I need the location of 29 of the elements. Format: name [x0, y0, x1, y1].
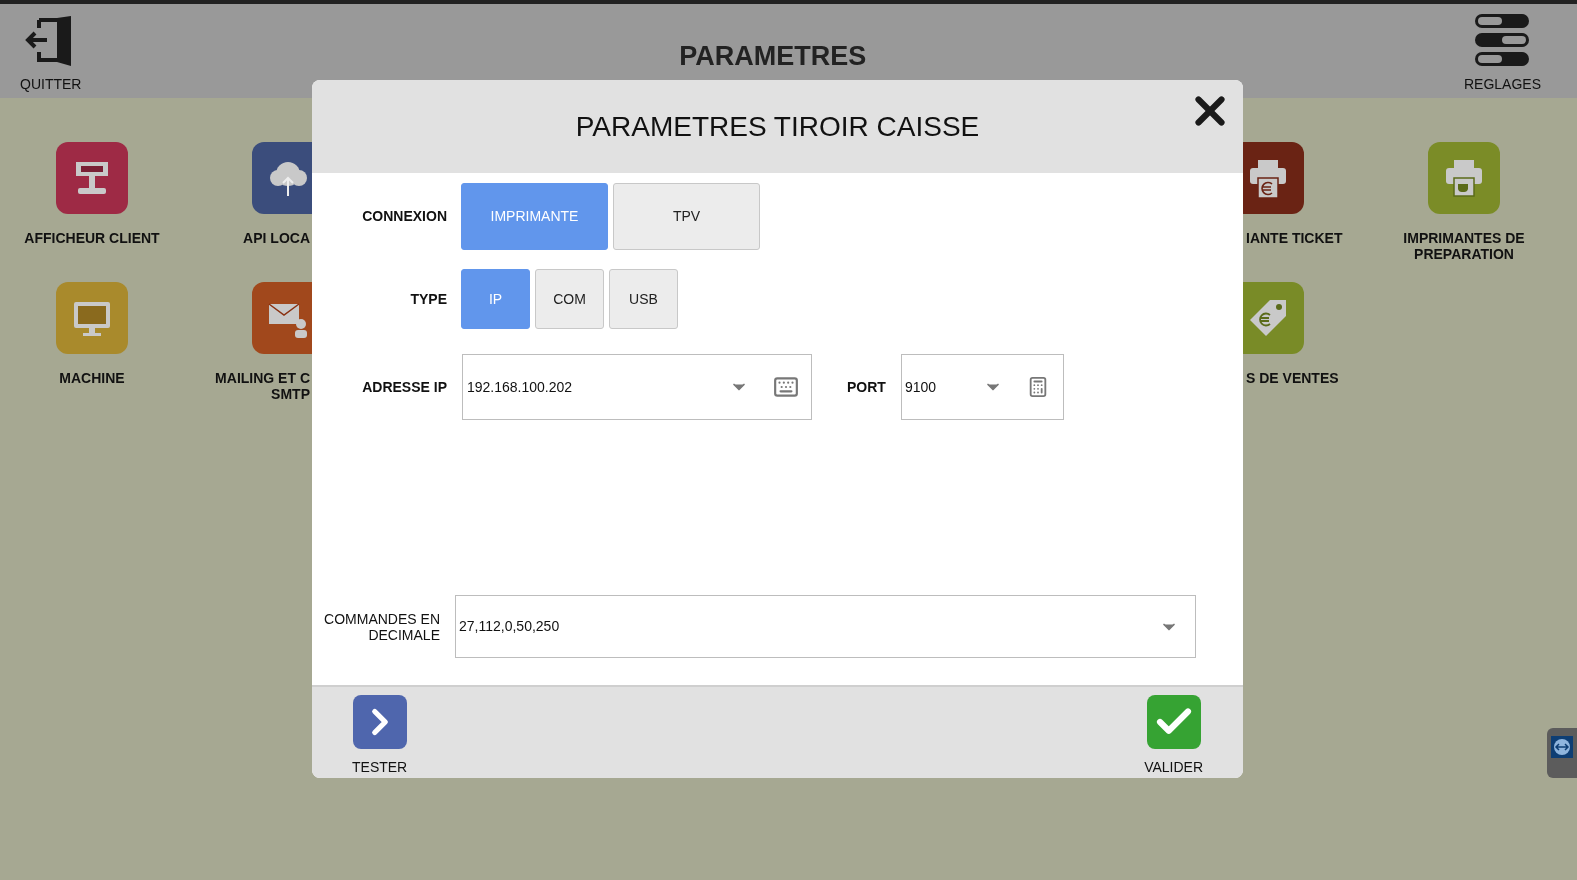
option-button[interactable]: USB [609, 269, 678, 329]
field-label: TYPE [409, 289, 447, 309]
option-button[interactable]: TPV [613, 183, 760, 250]
app-tile-icon[interactable] [56, 142, 128, 214]
app-tile-icon[interactable] [56, 282, 128, 354]
field-label: ADRESSE IP [361, 377, 447, 397]
double-arrow-icon [1551, 736, 1573, 758]
option-button[interactable]: COM [535, 269, 604, 329]
remote-support-tab[interactable] [1547, 728, 1577, 778]
ip-address-field[interactable]: 192.168.100.202 [462, 354, 812, 420]
quit-label[interactable]: QUITTER [20, 74, 82, 95]
app-tile-label: API LOCA [242, 230, 310, 246]
dialog-title: PARAMETRES TIROIR CAISSE [575, 109, 980, 144]
app-tile-label: S DE VENTES [1246, 370, 1340, 386]
page-title: PARAMETRES [679, 40, 867, 73]
commands-field[interactable]: 27,112,0,50,250 [455, 595, 1196, 658]
settings-label[interactable]: REGLAGES [1463, 74, 1541, 95]
app-tile-label: IMPRIMANTES DE PREPARATION [1402, 230, 1526, 262]
app-tile-icon[interactable] [1428, 142, 1500, 214]
keyboard-icon[interactable] [773, 374, 799, 400]
field-label: CONNEXION [361, 207, 447, 226]
app-tile-label: MACHINE [58, 370, 126, 386]
app-tile-label: IANTE TICKET [1246, 230, 1344, 246]
toggles-icon[interactable] [1474, 12, 1531, 68]
field-label: COMMANDES EN DECIMALE [323, 610, 440, 643]
app-tile-label: MAILING ET C SMTP [214, 370, 310, 402]
app-tile-label: AFFICHEUR CLIENT [23, 230, 161, 246]
field-label: PORT [847, 377, 886, 397]
port-field[interactable]: 9100 [900, 354, 1064, 420]
